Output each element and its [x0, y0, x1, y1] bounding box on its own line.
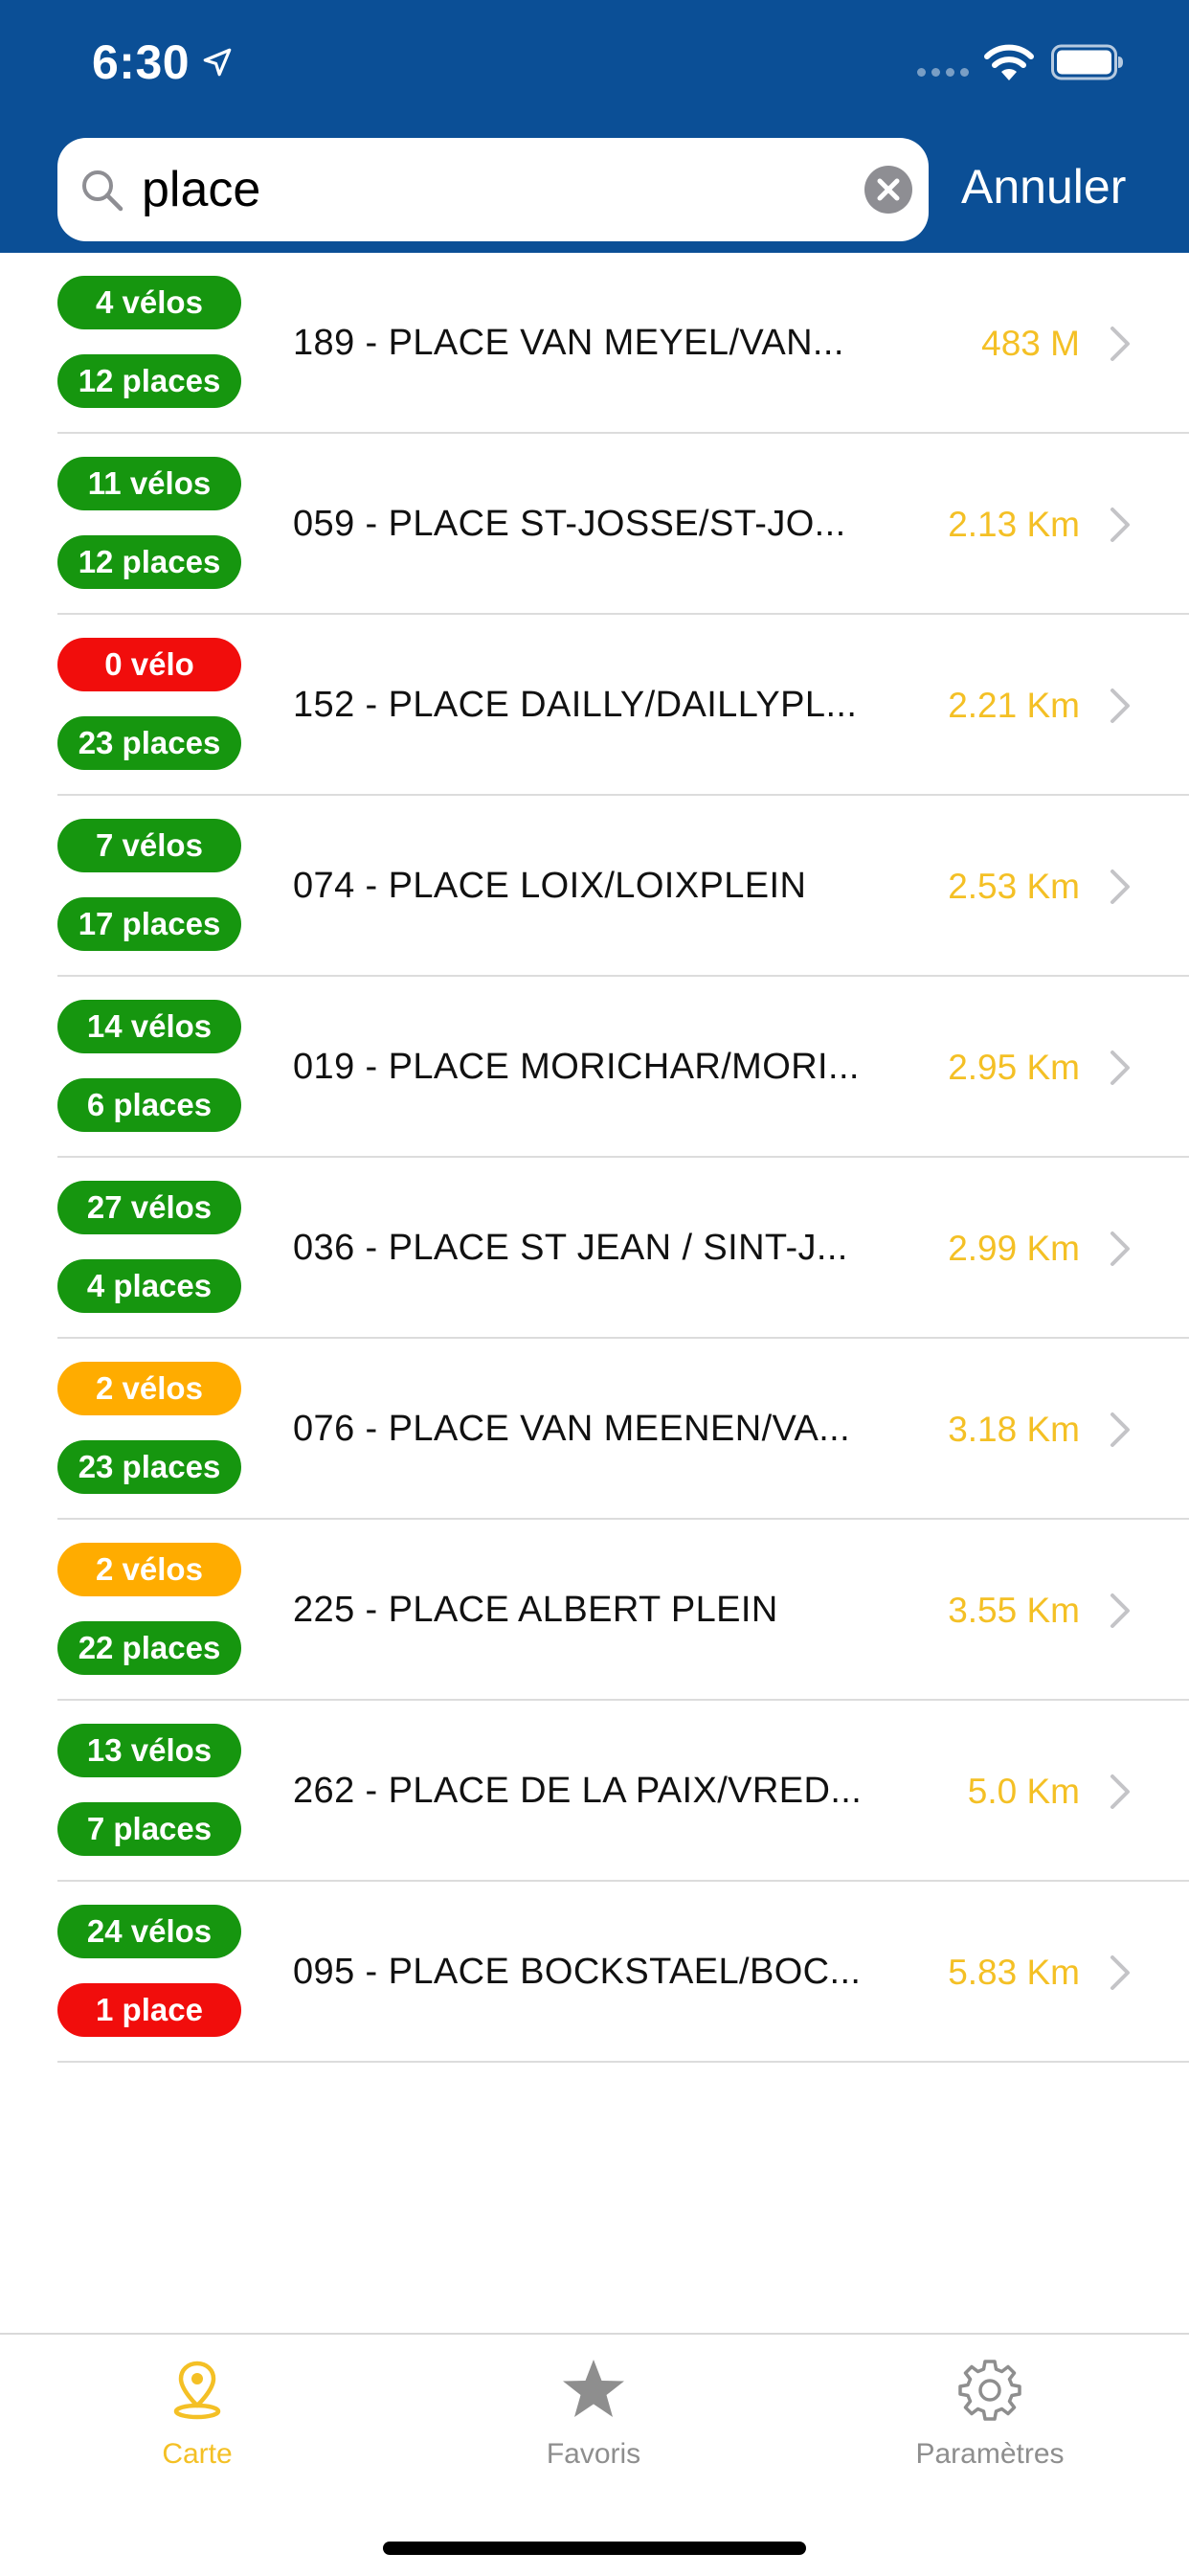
station-row[interactable]: 27 vélos 4 places 036 - PLACE ST JEAN / …: [0, 1158, 1189, 1339]
chevron-right-icon: [1110, 1593, 1130, 1628]
chevron-right-icon: [1110, 1412, 1130, 1447]
bikes-available-badge: 7 vélos: [57, 819, 241, 872]
tab-settings[interactable]: Paramètres: [865, 2356, 1114, 2499]
free-places-badge: 17 places: [57, 897, 241, 951]
station-distance: 2.99 Km: [948, 1229, 1080, 1268]
free-places-badge: 22 places: [57, 1621, 241, 1675]
cellular-signal-icon: [917, 68, 969, 77]
map-pin-icon: [173, 2361, 221, 2420]
free-places-badge: 12 places: [57, 535, 241, 589]
chevron-right-icon: [1110, 870, 1130, 904]
bikes-available-badge: 0 vélo: [57, 638, 241, 691]
station-distance: 2.13 Km: [948, 505, 1080, 544]
tab-favorites[interactable]: Favoris: [469, 2356, 718, 2499]
location-arrow-icon: [203, 48, 232, 77]
chevron-right-icon: [1110, 508, 1130, 542]
tab-favorites-label: Favoris: [546, 2438, 641, 2470]
station-distance: 5.0 Km: [967, 1772, 1080, 1811]
free-places-badge: 7 places: [57, 1802, 241, 1856]
station-row[interactable]: 13 vélos 7 places 262 - PLACE DE LA PAIX…: [0, 1701, 1189, 1882]
bikes-available-badge: 24 vélos: [57, 1905, 241, 1958]
search-input[interactable]: [142, 138, 812, 241]
station-row[interactable]: 24 vélos 1 place 095 - PLACE BOCKSTAEL/B…: [0, 1882, 1189, 2063]
tab-map[interactable]: Carte: [73, 2356, 322, 2499]
home-indicator: [383, 2542, 806, 2555]
bikes-available-badge: 27 vélos: [57, 1181, 241, 1234]
free-places-badge: 23 places: [57, 1440, 241, 1494]
station-row[interactable]: 2 vélos 22 places 225 - PLACE ALBERT PLE…: [0, 1520, 1189, 1701]
chevron-right-icon: [1110, 327, 1130, 361]
cancel-button[interactable]: Annuler: [961, 153, 1126, 220]
header: 6:30 Annuler: [0, 0, 1189, 253]
free-places-badge: 23 places: [57, 716, 241, 770]
station-name: 019 - PLACE MORICHAR/MORI...: [293, 1047, 860, 1087]
clear-search-icon[interactable]: [864, 165, 913, 215]
station-row[interactable]: 14 vélos 6 places 019 - PLACE MORICHAR/M…: [0, 977, 1189, 1158]
station-row[interactable]: 7 vélos 17 places 074 - PLACE LOIX/LOIXP…: [0, 796, 1189, 977]
station-name: 152 - PLACE DAILLY/DAILLYPL...: [293, 685, 858, 725]
status-bar-time: 6:30: [92, 34, 234, 90]
free-places-badge: 1 place: [57, 1983, 241, 2037]
chevron-right-icon: [1110, 1232, 1130, 1266]
free-places-badge: 12 places: [57, 354, 241, 408]
bikes-available-badge: 4 vélos: [57, 276, 241, 329]
station-name: 059 - PLACE ST-JOSSE/ST-JO...: [293, 504, 846, 544]
tab-map-label: Carte: [162, 2438, 233, 2470]
chevron-right-icon: [1110, 1955, 1130, 1990]
bikes-available-badge: 2 vélos: [57, 1362, 241, 1415]
station-distance: 5.83 Km: [948, 1953, 1080, 1992]
station-distance: 2.95 Km: [948, 1048, 1080, 1087]
row-divider: [57, 2061, 1189, 2063]
bikes-available-badge: 13 vélos: [57, 1724, 241, 1777]
tab-bar: Carte Favoris Paramètres: [0, 2333, 1189, 2576]
station-distance: 2.21 Km: [948, 686, 1080, 725]
free-places-badge: 6 places: [57, 1078, 241, 1132]
battery-icon: [1051, 44, 1123, 80]
star-icon: [563, 2360, 624, 2417]
station-row[interactable]: 0 vélo 23 places 152 - PLACE DAILLY/DAIL…: [0, 615, 1189, 796]
chevron-right-icon: [1110, 689, 1130, 723]
chevron-right-icon: [1110, 1051, 1130, 1085]
station-distance: 2.53 Km: [948, 867, 1080, 906]
bikes-available-badge: 11 vélos: [57, 457, 241, 510]
station-name: 036 - PLACE ST JEAN / SINT-J...: [293, 1228, 848, 1268]
station-name: 262 - PLACE DE LA PAIX/VRED...: [293, 1771, 863, 1811]
station-row[interactable]: 2 vélos 23 places 076 - PLACE VAN MEENEN…: [0, 1339, 1189, 1520]
station-distance: 3.55 Km: [948, 1591, 1080, 1630]
status-time-text: 6:30: [92, 35, 191, 89]
wifi-icon: [984, 44, 1034, 80]
tab-settings-label: Paramètres: [915, 2438, 1065, 2470]
free-places-badge: 4 places: [57, 1259, 241, 1313]
gear-icon: [958, 2360, 1021, 2421]
station-name: 189 - PLACE VAN MEYEL/VAN...: [293, 323, 844, 363]
station-row[interactable]: 11 vélos 12 places 059 - PLACE ST-JOSSE/…: [0, 434, 1189, 615]
search-bar[interactable]: [57, 138, 929, 241]
station-name: 095 - PLACE BOCKSTAEL/BOC...: [293, 1952, 862, 1992]
station-name: 076 - PLACE VAN MEENEN/VA...: [293, 1409, 851, 1449]
station-name: 074 - PLACE LOIX/LOIXPLEIN: [293, 866, 807, 906]
chevron-right-icon: [1110, 1774, 1130, 1809]
bikes-available-badge: 14 vélos: [57, 1000, 241, 1053]
station-distance: 483 M: [981, 324, 1080, 363]
search-icon: [82, 170, 123, 212]
station-name: 225 - PLACE ALBERT PLEIN: [293, 1590, 778, 1630]
station-distance: 3.18 Km: [948, 1410, 1080, 1449]
bikes-available-badge: 2 vélos: [57, 1543, 241, 1596]
station-row[interactable]: 4 vélos 12 places 189 - PLACE VAN MEYEL/…: [0, 253, 1189, 434]
station-list: 4 vélos 12 places 189 - PLACE VAN MEYEL/…: [0, 253, 1189, 2063]
